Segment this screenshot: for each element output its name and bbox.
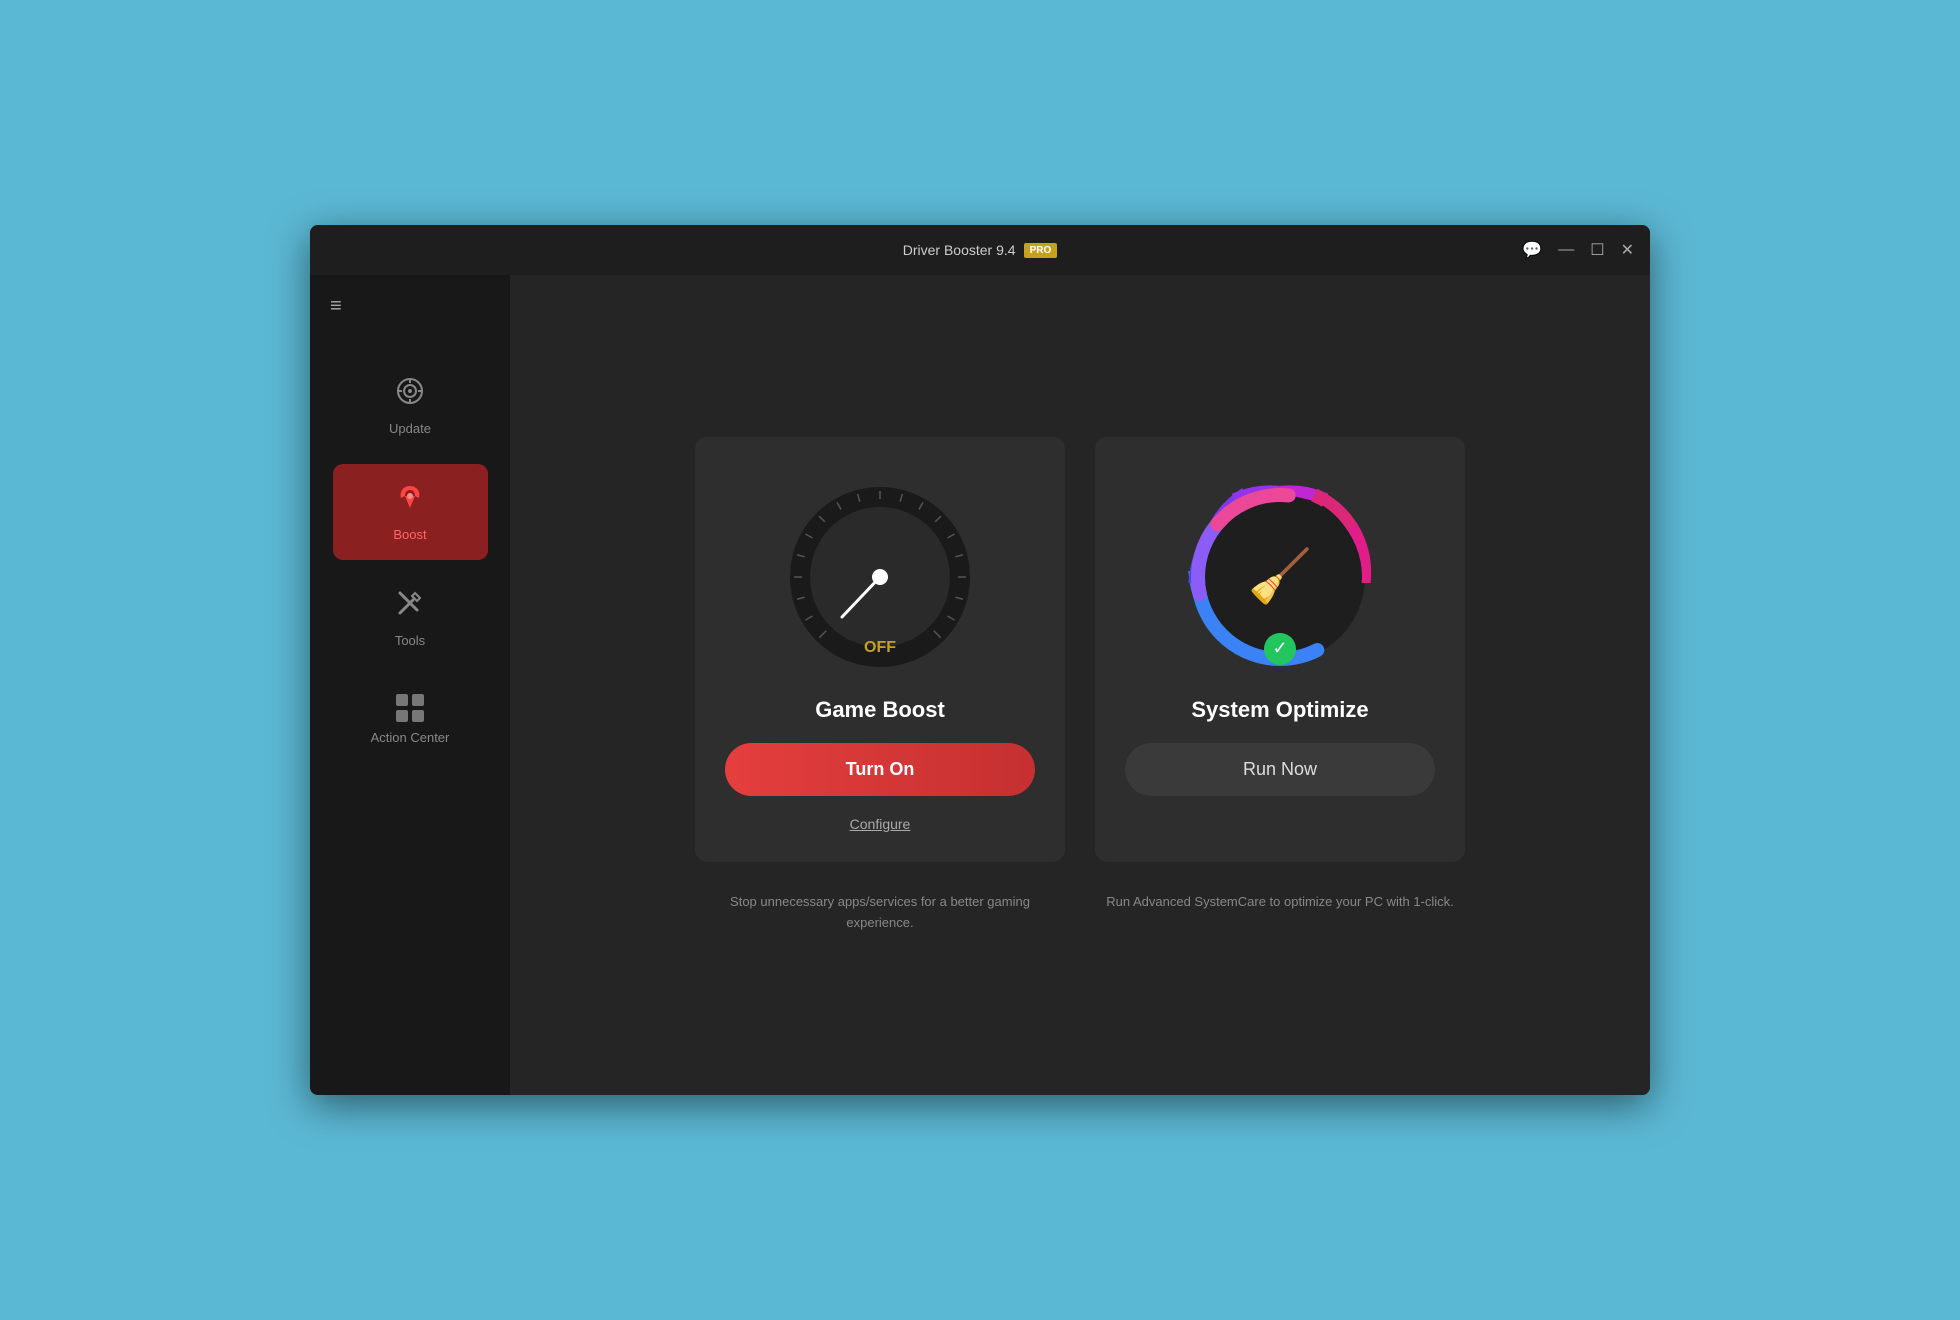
turn-on-button[interactable]: Turn On bbox=[725, 743, 1035, 796]
sidebar-item-update[interactable]: Update bbox=[333, 358, 488, 454]
pro-badge: PRO bbox=[1024, 243, 1058, 258]
sidebar-item-boost[interactable]: Boost bbox=[333, 464, 488, 560]
update-icon bbox=[395, 376, 425, 413]
game-boost-title: Game Boost bbox=[815, 697, 945, 723]
game-boost-card: OFF Game Boost Turn On Configure bbox=[695, 437, 1065, 862]
sidebar-item-update-label: Update bbox=[389, 421, 431, 436]
sidebar-item-action-center-label: Action Center bbox=[371, 730, 450, 745]
system-optimize-card: 🧹 ✓ System Optimize Run Now bbox=[1095, 437, 1465, 862]
run-now-button[interactable]: Run Now bbox=[1125, 743, 1435, 796]
app-window: Driver Booster 9.4 PRO 💬 — ☐ ✕ ≡ bbox=[310, 225, 1650, 1095]
cards-row: OFF Game Boost Turn On Configure bbox=[550, 437, 1610, 862]
check-badge: ✓ bbox=[1264, 633, 1296, 665]
tools-icon bbox=[395, 588, 425, 625]
app-name-text: Driver Booster 9.4 bbox=[903, 242, 1016, 258]
chat-icon[interactable]: 💬 bbox=[1522, 240, 1542, 260]
game-boost-description: Stop unnecessary apps/services for a bet… bbox=[695, 892, 1065, 934]
app-title: Driver Booster 9.4 PRO bbox=[903, 242, 1058, 258]
sidebar-item-tools-label: Tools bbox=[395, 633, 425, 648]
descriptions-row: Stop unnecessary apps/services for a bet… bbox=[550, 882, 1610, 934]
boost-icon bbox=[395, 482, 425, 519]
system-optimize-description: Run Advanced SystemCare to optimize your… bbox=[1095, 892, 1465, 913]
system-optimize-donut: 🧹 ✓ bbox=[1180, 477, 1380, 677]
close-button[interactable]: ✕ bbox=[1621, 240, 1634, 260]
minimize-icon[interactable]: — bbox=[1558, 241, 1574, 259]
game-boost-gauge: OFF bbox=[780, 477, 980, 677]
sidebar-item-action-center[interactable]: Action Center bbox=[333, 676, 488, 763]
content-area: OFF Game Boost Turn On Configure bbox=[510, 275, 1650, 1095]
title-bar: Driver Booster 9.4 PRO 💬 — ☐ ✕ bbox=[310, 225, 1650, 275]
configure-link[interactable]: Configure bbox=[850, 816, 911, 832]
sidebar-item-tools[interactable]: Tools bbox=[333, 570, 488, 666]
hamburger-menu[interactable]: ≡ bbox=[330, 295, 342, 318]
broom-icon: 🧹 bbox=[1248, 546, 1313, 607]
system-optimize-title: System Optimize bbox=[1191, 697, 1368, 723]
window-controls: 💬 — ☐ ✕ bbox=[1522, 240, 1634, 260]
main-layout: ≡ Update bbox=[310, 275, 1650, 1095]
sidebar-item-boost-label: Boost bbox=[393, 527, 426, 542]
maximize-icon[interactable]: ☐ bbox=[1590, 240, 1604, 260]
sidebar: ≡ Update bbox=[310, 275, 510, 1095]
donut-center: 🧹 bbox=[1248, 546, 1313, 607]
action-center-icon bbox=[396, 694, 424, 722]
gauge-status-label: OFF bbox=[864, 639, 896, 657]
